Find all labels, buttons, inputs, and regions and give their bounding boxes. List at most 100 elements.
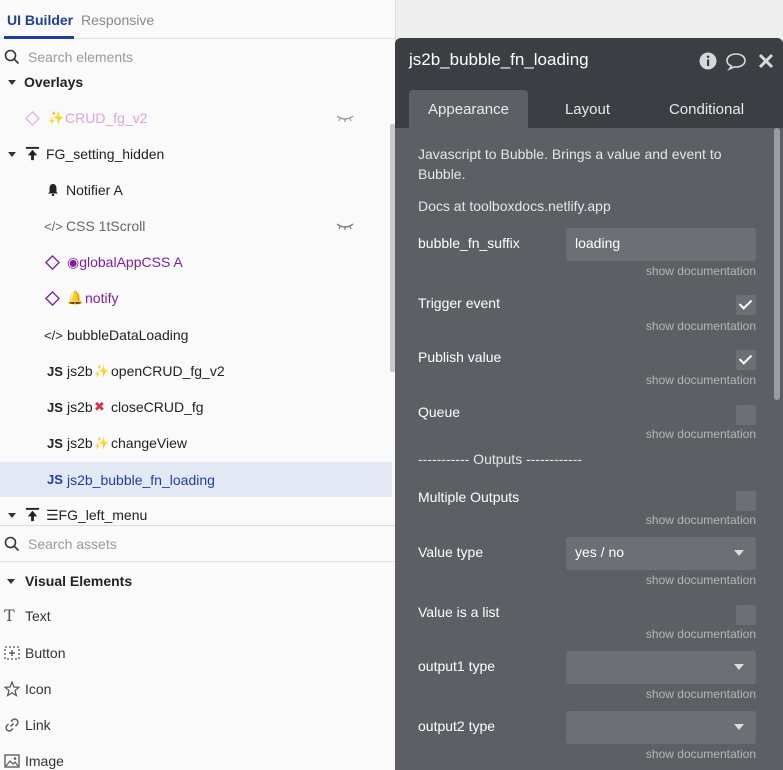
sparkle-icon: ✨ <box>94 436 109 450</box>
diamond-icon <box>25 111 40 126</box>
builder-tabs: UI Builder Responsive <box>0 0 395 39</box>
section-title: Visual Elements <box>25 573 133 589</box>
tab-ui-builder[interactable]: UI Builder <box>7 12 73 28</box>
output2-type-label: output2 type <box>418 718 496 734</box>
element-tree: Overlays ✨ CRUD_fg_v2 FG_setting_hidden … <box>0 73 392 525</box>
element-image[interactable]: Image <box>0 745 395 770</box>
tree-item-label: js2b_bubble_fn_loading <box>67 471 215 488</box>
property-editor-header[interactable]: js2b_bubble_fn_loading <box>395 38 783 82</box>
suffix-input[interactable]: loading <box>566 228 756 261</box>
divider <box>0 525 395 526</box>
tree-item-label: js2b <box>67 435 93 451</box>
info-icon[interactable] <box>698 51 718 71</box>
search-assets-input[interactable] <box>28 533 368 555</box>
tree-item-js2b-bubble-fn-loading[interactable]: JS js2b_bubble_fn_loading <box>0 462 392 497</box>
javascript-icon: JS <box>47 363 63 379</box>
tab-appearance[interactable]: Appearance <box>409 90 528 128</box>
property-tabs: Appearance Layout Conditional <box>395 82 783 128</box>
tree-item-label: js2b <box>67 363 93 379</box>
dropdown-arrow-icon <box>734 664 744 670</box>
value-type-label: Value type <box>418 544 484 560</box>
property-editor-scrollbar[interactable] <box>774 128 780 400</box>
visual-elements-header[interactable]: Visual Elements <box>0 566 395 596</box>
bell-emoji-icon: 🔔 <box>67 290 84 305</box>
text-icon: T <box>4 606 15 625</box>
chevron-down-icon[interactable] <box>7 77 17 87</box>
output2-type-select[interactable] <box>566 711 756 744</box>
show-documentation-link[interactable]: show documentation <box>646 573 756 587</box>
publish-value-checkbox[interactable] <box>736 350 756 370</box>
element-icon[interactable]: Icon <box>0 673 395 707</box>
chevron-down-icon[interactable] <box>6 576 16 586</box>
chevron-down-icon[interactable] <box>7 149 17 159</box>
tab-layout[interactable]: Layout <box>528 90 647 128</box>
show-documentation-link[interactable]: show documentation <box>646 427 756 441</box>
show-documentation-link[interactable]: show documentation <box>646 264 756 278</box>
multiple-outputs-label: Multiple Outputs <box>418 489 520 505</box>
show-documentation-link[interactable]: show documentation <box>646 319 756 333</box>
tree-item-label-suffix: changeView <box>111 435 188 451</box>
search-icon <box>4 49 20 65</box>
tree-item-crud-fg-v2[interactable]: ✨ CRUD_fg_v2 <box>0 101 392 135</box>
tree-item-js2b-closecrud[interactable]: JS js2b ✖ closeCRUD_fg <box>0 390 392 424</box>
sparkle-icon: ✨ <box>94 364 109 378</box>
tree-item-globalappcss-a[interactable]: ◉globalAppCSS A <box>0 245 392 279</box>
app-root: UI Builder Responsive Overlays ✨ CRUD_fg… <box>0 0 783 770</box>
element-label: Image <box>25 753 64 769</box>
tab-responsive[interactable]: Responsive <box>81 12 154 28</box>
group-top-icon <box>25 146 40 161</box>
diamond-icon <box>45 255 60 270</box>
javascript-icon: JS <box>47 399 63 415</box>
comment-icon[interactable] <box>725 51 747 71</box>
search-elements-input[interactable] <box>28 46 368 68</box>
show-documentation-link[interactable]: show documentation <box>646 627 756 641</box>
bell-icon <box>48 184 58 196</box>
tree-item-notify[interactable]: 🔔 notify <box>0 281 392 315</box>
value-is-list-label: Value is a list <box>418 604 500 620</box>
javascript-icon: JS <box>47 472 63 487</box>
show-documentation-link[interactable]: show documentation <box>646 687 756 701</box>
dropdown-arrow-icon <box>734 724 744 730</box>
output1-type-select[interactable] <box>566 651 756 684</box>
queue-label: Queue <box>418 404 461 420</box>
element-label: Button <box>25 645 66 661</box>
tree-item-notifier-a[interactable]: Notifier A <box>0 173 392 207</box>
tree-item-css-1tscroll[interactable]: </> CSS 1tScroll <box>0 209 392 243</box>
chevron-down-icon[interactable] <box>7 510 17 520</box>
tree-item-label: js2b <box>67 399 93 415</box>
show-documentation-link[interactable]: show documentation <box>646 747 756 761</box>
javascript-icon: JS <box>47 435 63 451</box>
trigger-event-checkbox[interactable] <box>736 295 756 315</box>
tree-item-bubbledataloading[interactable]: </> bubbleDataLoading <box>0 318 392 352</box>
value-is-list-checkbox[interactable] <box>736 605 756 625</box>
cross-mark-icon: ✖ <box>94 399 105 414</box>
element-label: Link <box>25 717 51 733</box>
tree-item-label: Notifier A <box>66 182 123 198</box>
tree-item-label: ◉globalAppCSS A <box>67 253 183 270</box>
tree-item-js2b-opencrud[interactable]: JS js2b ✨ openCRUD_fg_v2 <box>0 354 392 388</box>
hidden-eye-icon[interactable] <box>336 221 354 231</box>
tree-item-js2b-changeview[interactable]: JS js2b ✨ changeView <box>0 426 392 460</box>
hidden-eye-icon[interactable] <box>336 113 354 123</box>
outputs-separator: ----------- Outputs ------------ <box>418 451 583 467</box>
tree-item-label: Overlays <box>24 74 84 90</box>
show-documentation-link[interactable]: show documentation <box>646 513 756 527</box>
search-assets-row <box>0 527 395 561</box>
multiple-outputs-checkbox[interactable] <box>736 491 756 511</box>
element-text[interactable]: T Text <box>0 600 395 634</box>
plugin-docs-link: Docs at toolboxdocs.netlify.app <box>418 198 611 214</box>
tree-item-label: CRUD_fg_v2 <box>65 110 148 126</box>
code-icon: </> <box>44 218 63 234</box>
queue-checkbox[interactable] <box>736 405 756 425</box>
tree-item-fg-left-menu[interactable]: ☰FG_left_menu <box>0 498 392 525</box>
value-type-select[interactable]: yes / no <box>566 537 756 570</box>
button-icon <box>4 646 20 660</box>
show-documentation-link[interactable]: show documentation <box>646 373 756 387</box>
element-link[interactable]: Link <box>0 709 395 743</box>
element-button[interactable]: Button <box>0 637 395 671</box>
tree-item-overlays[interactable]: Overlays <box>0 73 392 99</box>
close-icon[interactable] <box>756 51 776 71</box>
output1-type-label: output1 type <box>418 658 496 674</box>
tab-conditional[interactable]: Conditional <box>647 90 766 128</box>
tree-item-fg-setting-hidden[interactable]: FG_setting_hidden <box>0 137 392 171</box>
